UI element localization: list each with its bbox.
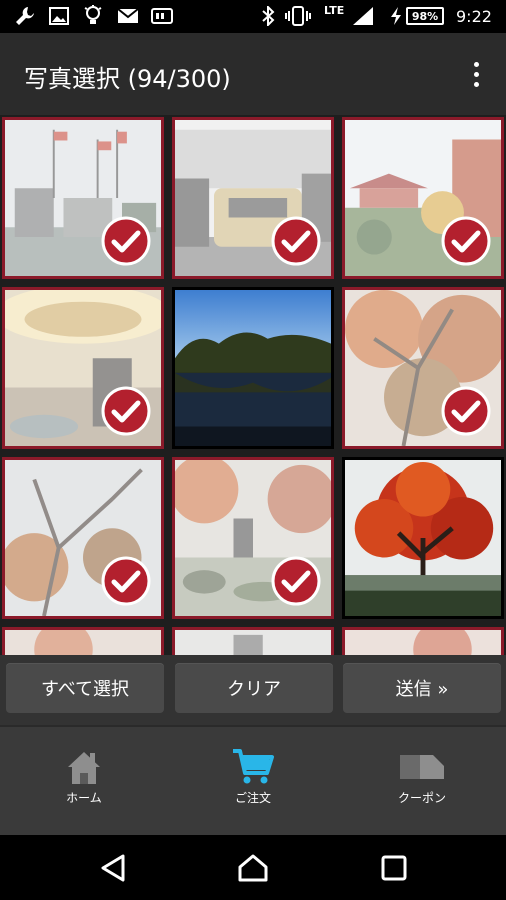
signal-icon xyxy=(350,6,376,26)
back-icon[interactable] xyxy=(96,851,130,885)
photo-tile[interactable] xyxy=(172,457,334,619)
recents-icon[interactable] xyxy=(377,851,411,885)
photo-tile[interactable] xyxy=(342,457,504,619)
tab-order[interactable]: ご注文 xyxy=(193,747,313,817)
app-bar: 写真選択 (94/300) xyxy=(0,33,506,115)
photo-tile[interactable] xyxy=(342,627,504,655)
photo-grid xyxy=(0,115,506,655)
home-icon xyxy=(68,752,100,784)
clock: 9:22 xyxy=(456,7,492,26)
photo-tile[interactable] xyxy=(172,627,334,655)
photo-tile[interactable] xyxy=(2,627,164,655)
vibrate-icon xyxy=(284,6,312,26)
page-title: 写真選択 (94/300) xyxy=(24,65,231,93)
photo-tile[interactable] xyxy=(342,287,504,449)
photo-tile[interactable] xyxy=(2,457,164,619)
tab-order-label: ご注文 xyxy=(234,791,271,805)
wrench-icon xyxy=(12,6,38,26)
checkmark-icon xyxy=(101,216,151,266)
checkmark-icon xyxy=(441,386,491,436)
cart-icon xyxy=(233,749,274,784)
home-nav-icon[interactable] xyxy=(236,851,270,885)
photo-tile[interactable] xyxy=(172,117,334,279)
tab-coupon[interactable]: クーポン xyxy=(362,747,482,817)
tab-coupon-label: クーポン xyxy=(397,791,446,805)
overflow-menu-icon[interactable] xyxy=(464,59,488,89)
photo-tile[interactable] xyxy=(172,287,334,449)
checkmark-icon xyxy=(271,556,321,606)
checkmark-icon xyxy=(271,216,321,266)
card-icon xyxy=(150,6,174,26)
image-icon xyxy=(48,6,70,26)
tab-home[interactable]: ホーム xyxy=(24,747,144,817)
photo-tile[interactable] xyxy=(2,287,164,449)
bluetooth-icon xyxy=(258,6,278,26)
tab-home-label: ホーム xyxy=(66,791,102,805)
coupon-icon xyxy=(400,755,444,779)
photo-tile[interactable] xyxy=(2,117,164,279)
bulb-icon xyxy=(82,5,104,26)
checkmark-icon xyxy=(101,556,151,606)
mail-icon xyxy=(116,6,140,26)
clear-button[interactable]: クリア xyxy=(175,663,333,713)
system-nav-bar xyxy=(0,835,506,900)
action-bar: すべて選択 クリア 送信 » xyxy=(0,655,506,725)
select-all-button[interactable]: すべて選択 xyxy=(6,663,164,713)
photo-tile[interactable] xyxy=(342,117,504,279)
checkmark-icon xyxy=(441,216,491,266)
status-bar: LTE 98% 9:22 xyxy=(0,0,506,33)
send-button[interactable]: 送信 » xyxy=(343,663,501,713)
battery-level: 98% xyxy=(411,9,439,23)
bottom-tab-bar: ホーム ご注文 クーポン xyxy=(0,725,506,837)
checkmark-icon xyxy=(101,386,151,436)
battery-indicator: 98% xyxy=(406,7,444,25)
charging-icon xyxy=(388,6,404,26)
network-type: LTE xyxy=(324,4,345,17)
